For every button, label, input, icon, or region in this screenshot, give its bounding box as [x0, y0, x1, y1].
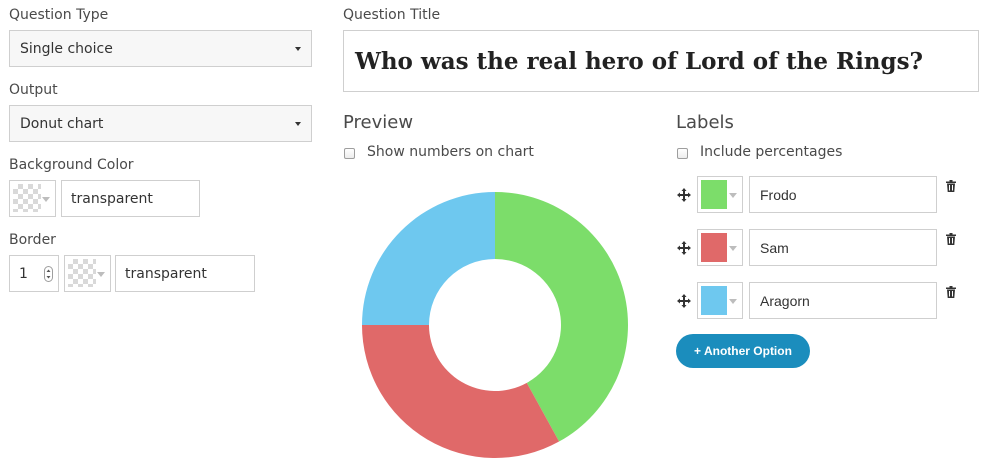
trash-icon[interactable] [946, 233, 956, 245]
show-numbers-checkbox[interactable] [344, 148, 355, 159]
move-handle-icon[interactable] [677, 241, 691, 255]
trash-icon[interactable] [946, 286, 956, 298]
background-color-label: Background Color [9, 157, 134, 173]
option-name-value: Sam [760, 239, 789, 256]
background-color-picker[interactable] [9, 180, 56, 217]
background-color-input[interactable]: transparent [61, 180, 200, 217]
border-width-stepper[interactable]: 1 [9, 255, 59, 292]
option-row-sam: Sam [676, 228, 976, 268]
question-title-label: Question Title [343, 7, 441, 23]
question-type-label: Question Type [9, 7, 109, 23]
option-name-input[interactable]: Sam [749, 229, 937, 266]
question-title-value: Who was the real hero of Lord of the Rin… [355, 47, 924, 75]
chevron-down-icon [42, 196, 50, 202]
option-color-picker[interactable] [697, 229, 743, 266]
include-percentages-checkbox[interactable] [677, 148, 688, 159]
border-color-input[interactable]: transparent [115, 255, 255, 292]
option-color-swatch [701, 180, 727, 209]
output-value: Donut chart [20, 115, 104, 132]
border-color-value: transparent [125, 265, 207, 282]
move-handle-icon[interactable] [677, 294, 691, 308]
option-name-input[interactable]: Aragorn [749, 282, 937, 319]
option-color-picker[interactable] [697, 176, 743, 213]
transparent-swatch-icon [13, 184, 41, 212]
transparent-swatch-icon [68, 259, 96, 287]
chevron-down-icon [97, 271, 105, 277]
trash-icon[interactable] [946, 180, 956, 192]
chevron-down-icon [295, 46, 301, 51]
border-color-picker[interactable] [64, 255, 111, 292]
border-label: Border [9, 232, 56, 248]
background-color-value: transparent [71, 190, 153, 207]
option-row-aragorn: Aragorn [676, 281, 976, 321]
option-name-value: Aragorn [760, 292, 810, 309]
output-label: Output [9, 82, 58, 98]
option-color-picker[interactable] [697, 282, 743, 319]
option-row-frodo: Frodo [676, 175, 976, 215]
output-select[interactable]: Donut chart [9, 105, 312, 142]
spinner-arrows-icon[interactable] [44, 266, 53, 282]
option-name-input[interactable]: Frodo [749, 176, 937, 213]
move-handle-icon[interactable] [677, 188, 691, 202]
donut-slice-sam [362, 325, 560, 458]
chevron-down-icon [295, 121, 301, 126]
question-type-value: Single choice [20, 40, 113, 57]
show-numbers-label: Show numbers on chart [367, 144, 534, 160]
option-color-swatch [701, 233, 727, 262]
option-name-value: Frodo [760, 186, 797, 203]
option-color-swatch [701, 286, 727, 315]
question-title-input[interactable]: Who was the real hero of Lord of the Rin… [343, 30, 979, 92]
labels-heading: Labels [676, 112, 734, 133]
chevron-down-icon [729, 298, 737, 304]
question-type-select[interactable]: Single choice [9, 30, 312, 67]
border-width-value: 1 [19, 265, 28, 282]
chevron-down-icon [729, 245, 737, 251]
chevron-down-icon [729, 192, 737, 198]
include-percentages-label: Include percentages [700, 144, 843, 160]
add-option-button[interactable]: + Another Option [676, 334, 810, 368]
preview-heading: Preview [343, 112, 414, 133]
donut-chart [362, 192, 628, 458]
donut-slice-aragorn [362, 192, 495, 325]
